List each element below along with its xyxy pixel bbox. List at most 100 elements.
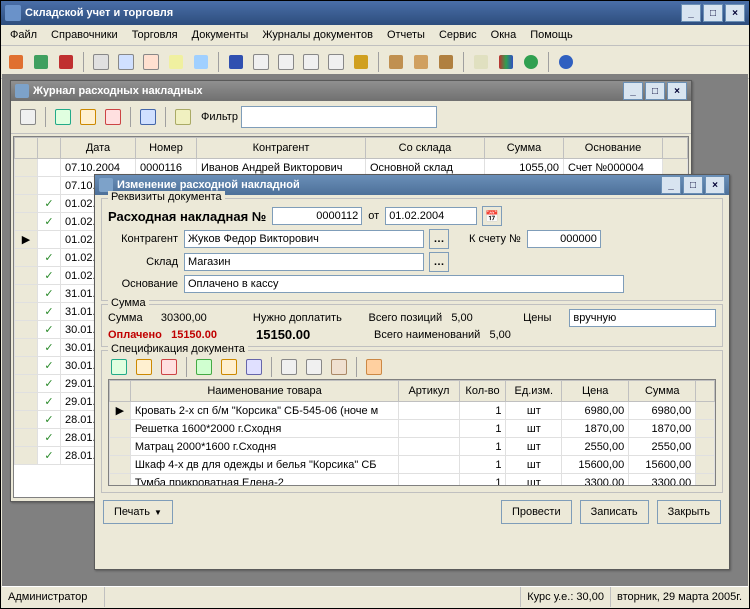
tb-acct4-icon[interactable] — [325, 51, 347, 73]
col-date[interactable]: Дата — [61, 138, 136, 159]
tb-help-icon[interactable] — [555, 51, 577, 73]
doc-date-input[interactable]: 01.02.2004 — [385, 207, 477, 225]
doc-title: Изменение расходной накладной — [117, 179, 661, 191]
doc-number-input[interactable]: 0000112 — [272, 207, 362, 225]
jt-find-icon[interactable] — [172, 106, 194, 128]
jt-add-icon[interactable] — [52, 106, 74, 128]
mdi-area: Журнал расходных накладных _ □ × Фильтр — [2, 74, 748, 586]
tb-user-icon[interactable] — [5, 51, 27, 73]
tb-money-icon[interactable] — [350, 51, 372, 73]
status-rate: Курс у.е.: 30,00 — [521, 587, 611, 607]
st-sum-icon[interactable] — [243, 356, 265, 378]
scol-name[interactable]: Наименование товара — [130, 381, 399, 402]
table-row[interactable]: ▶Кровать 2-х сп б/м "Корсика" СБ-545-06 … — [110, 402, 715, 420]
tb-people-icon[interactable] — [30, 51, 52, 73]
st-add-icon[interactable] — [108, 356, 130, 378]
post-button[interactable]: Провести — [501, 500, 572, 524]
scol-unit[interactable]: Ед.изм. — [506, 381, 562, 402]
menu-service[interactable]: Сервис — [432, 27, 484, 43]
tb-box2-icon[interactable] — [410, 51, 432, 73]
tb-box1-icon[interactable] — [385, 51, 407, 73]
menu-trade[interactable]: Торговля — [125, 27, 185, 43]
journal-title: Журнал расходных накладных — [33, 85, 623, 97]
jt-view-icon[interactable] — [17, 106, 39, 128]
spec-group: Спецификация документа — [101, 350, 723, 493]
date-picker-button[interactable]: 📅 — [482, 206, 502, 226]
doc-window: Изменение расходной накладной _ □ × Рекв… — [94, 174, 730, 570]
tb-acct1-icon[interactable] — [250, 51, 272, 73]
save-button[interactable]: Записать — [580, 500, 649, 524]
account-input[interactable]: 000000 — [527, 230, 601, 248]
print-button[interactable]: Печать▼ — [103, 500, 173, 524]
tb-globe-icon[interactable] — [520, 51, 542, 73]
menu-documents[interactable]: Документы — [185, 27, 256, 43]
menu-journals[interactable]: Журналы документов — [255, 27, 380, 43]
menu-reports[interactable]: Отчеты — [380, 27, 432, 43]
contragent-input[interactable]: Жуков Федор Викторович — [184, 230, 424, 248]
maximize-button[interactable]: □ — [703, 4, 723, 22]
tb-house-icon[interactable] — [55, 51, 77, 73]
doc-max-button[interactable]: □ — [683, 176, 703, 194]
tb-box3-icon[interactable] — [435, 51, 457, 73]
col-sum[interactable]: Сумма — [485, 138, 564, 159]
jt-delete-icon[interactable] — [102, 106, 124, 128]
menu-windows[interactable]: Окна — [484, 27, 524, 43]
col-stock[interactable]: Со склада — [366, 138, 485, 159]
tb-doc-icon[interactable] — [165, 51, 187, 73]
journal-close-button[interactable]: × — [667, 82, 687, 100]
st-save-icon[interactable] — [218, 356, 240, 378]
spec-legend: Спецификация документа — [108, 343, 248, 355]
base-input[interactable]: Оплачено в кассу — [184, 275, 624, 293]
scol-price[interactable]: Цена — [562, 381, 629, 402]
col-contragent[interactable]: Контрагент — [197, 138, 366, 159]
st-post-icon[interactable] — [193, 356, 215, 378]
st-pick-icon[interactable] — [363, 356, 385, 378]
table-row[interactable]: Шкаф 4-х дв для одежды и белья "Корсика"… — [110, 456, 715, 474]
st-form-icon[interactable] — [328, 356, 350, 378]
menu-directories[interactable]: Справочники — [44, 27, 125, 43]
doc-min-button[interactable]: _ — [661, 176, 681, 194]
close-doc-button[interactable]: Закрыть — [657, 500, 721, 524]
stock-lookup-button[interactable]: … — [429, 252, 449, 272]
tb-cal2-icon[interactable] — [115, 51, 137, 73]
tb-cal3-icon[interactable] — [140, 51, 162, 73]
table-row[interactable]: Тумба прикроватная Елена-2 1шт 3300,0033… — [110, 474, 715, 487]
minimize-button[interactable]: _ — [681, 4, 701, 22]
table-row[interactable]: Матрац 2000*1600 г.Сходня 1шт 2550,00255… — [110, 438, 715, 456]
scol-sum[interactable]: Сумма — [629, 381, 696, 402]
table-row[interactable]: Решетка 1600*2000 г.Сходня 1шт 1870,0018… — [110, 420, 715, 438]
tb-chart-icon[interactable] — [495, 51, 517, 73]
jt-refresh-icon[interactable] — [137, 106, 159, 128]
tb-acct3-icon[interactable] — [300, 51, 322, 73]
close-button[interactable]: × — [725, 4, 745, 22]
doc-close-button[interactable]: × — [705, 176, 725, 194]
journal-max-button[interactable]: □ — [645, 82, 665, 100]
journal-min-button[interactable]: _ — [623, 82, 643, 100]
menu-file[interactable]: Файл — [3, 27, 44, 43]
jt-edit-icon[interactable] — [77, 106, 99, 128]
col-num[interactable]: Номер — [136, 138, 197, 159]
paid-value: 15150.00 — [171, 329, 217, 341]
journal-titlebar: Журнал расходных накладных _ □ × — [11, 81, 691, 101]
tb-acct2-icon[interactable] — [275, 51, 297, 73]
contragent-lookup-button[interactable]: … — [429, 229, 449, 249]
names-label: Всего наименований — [374, 329, 480, 341]
col-base[interactable]: Основание — [564, 138, 663, 159]
spec-grid[interactable]: Наименование товара Артикул Кол-во Ед.из… — [108, 379, 716, 486]
menu-help[interactable]: Помощь — [523, 27, 580, 43]
st-paste-icon[interactable] — [303, 356, 325, 378]
base-label: Основание — [108, 278, 178, 290]
from-label: от — [368, 210, 379, 222]
stock-input[interactable]: Магазин — [184, 253, 424, 271]
filter-input[interactable] — [241, 106, 437, 128]
scol-qty[interactable]: Кол-во — [459, 381, 506, 402]
tb-check-icon[interactable] — [190, 51, 212, 73]
st-copy-icon[interactable] — [278, 356, 300, 378]
st-edit-icon[interactable] — [133, 356, 155, 378]
tb-report-icon[interactable] — [470, 51, 492, 73]
tb-cal1-icon[interactable] — [90, 51, 112, 73]
tb-book-icon[interactable] — [225, 51, 247, 73]
prices-input[interactable]: вручную — [569, 309, 716, 327]
st-delete-icon[interactable] — [158, 356, 180, 378]
scol-article[interactable]: Артикул — [399, 381, 459, 402]
